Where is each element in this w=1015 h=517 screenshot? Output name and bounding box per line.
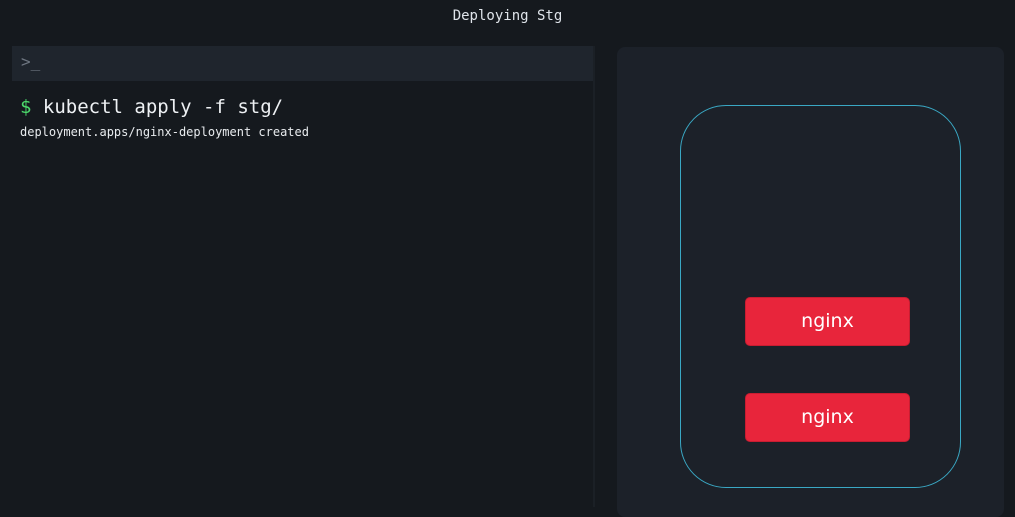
pod-nginx-2[interactable]: nginx — [745, 393, 910, 442]
command-output: deployment.apps/nginx-deployment created — [20, 125, 309, 139]
terminal-header-bar: >_ — [12, 46, 593, 81]
pod-nginx-1[interactable]: nginx — [745, 297, 910, 346]
terminal-prompt-icon: >_ — [21, 52, 41, 71]
terminal-pane[interactable]: >_ $ kubectl apply -f stg/ deployment.ap… — [12, 46, 593, 507]
command-text: kubectl apply -f stg/ — [42, 96, 284, 118]
prompt-symbol: $ — [20, 96, 32, 118]
command-line: $ kubectl apply -f stg/ — [20, 96, 283, 118]
window-title: Deploying Stg — [452, 8, 563, 24]
pane-divider[interactable] — [593, 46, 595, 507]
